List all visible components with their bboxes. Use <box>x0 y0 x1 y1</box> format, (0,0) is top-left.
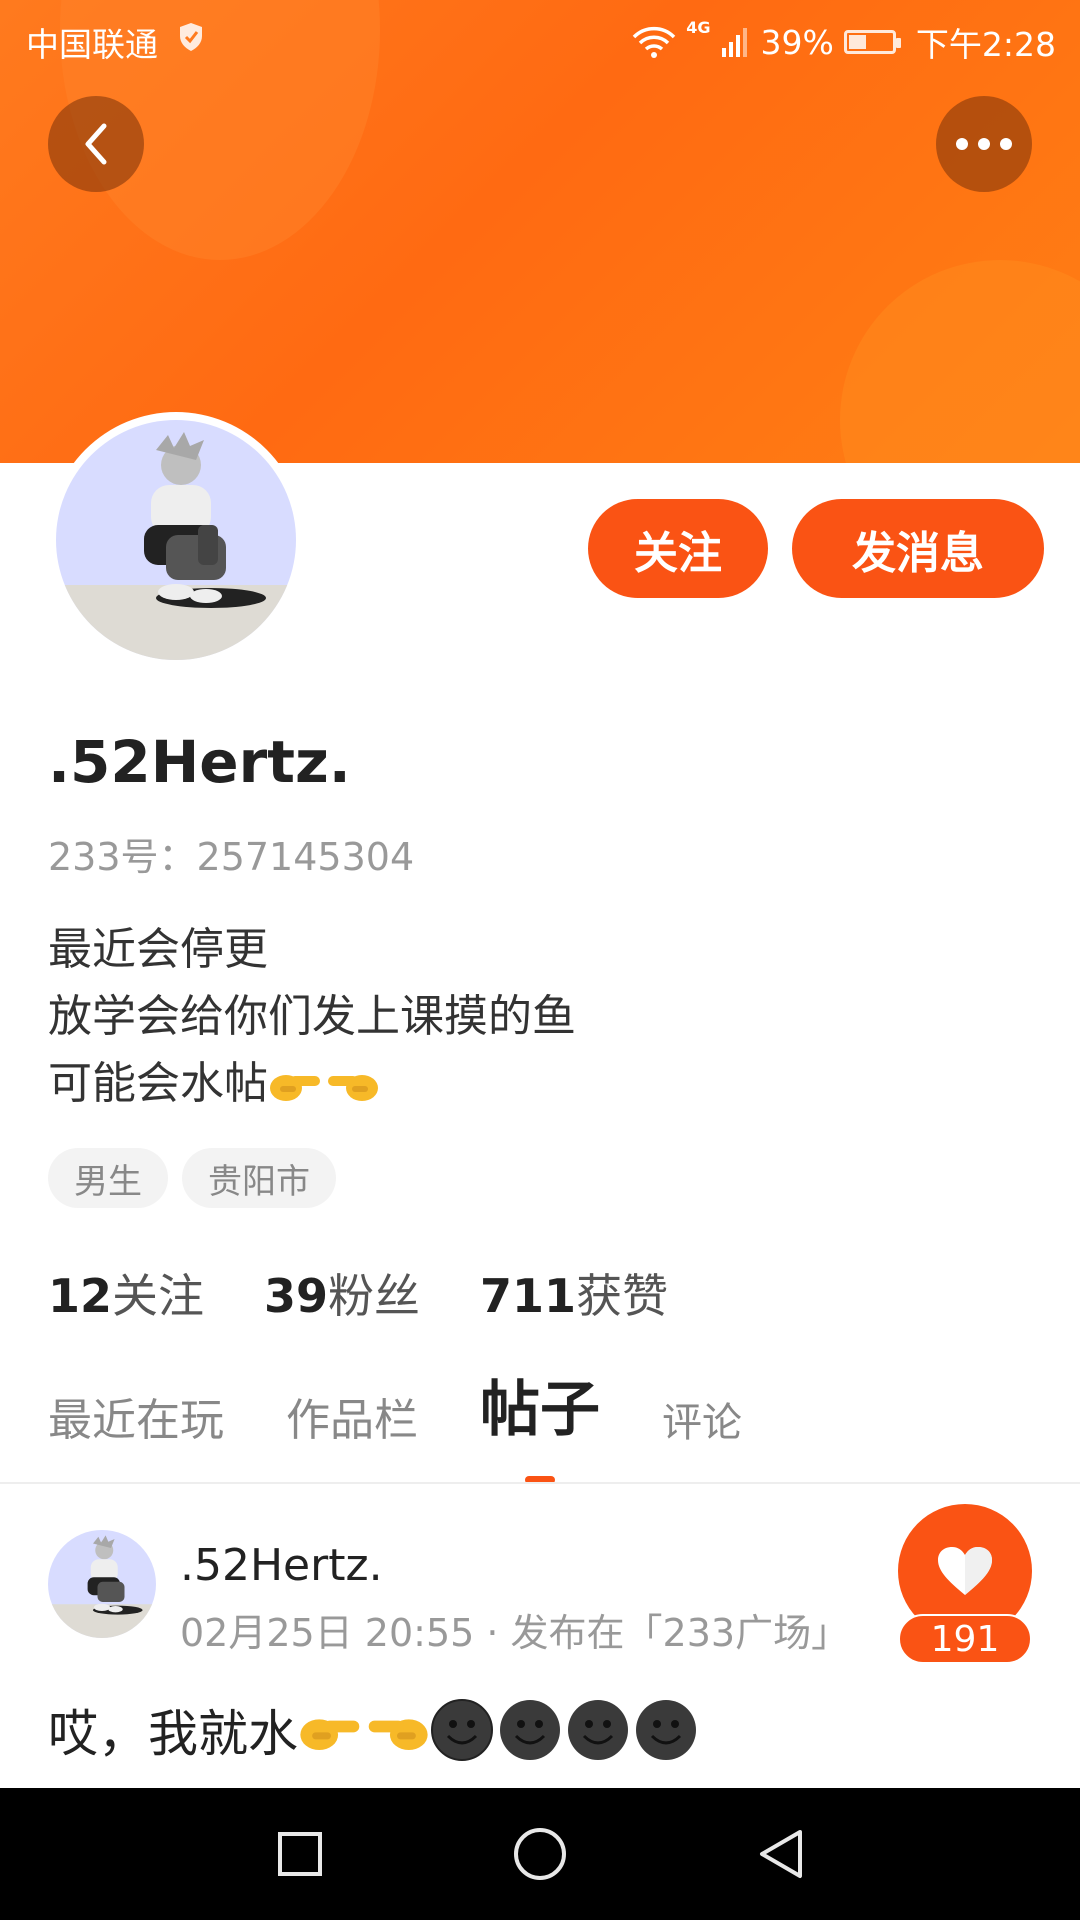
clock: 下午2:28 <box>915 25 1056 64</box>
circle-icon <box>514 1828 566 1880</box>
system-nav-bar <box>0 1788 1080 1920</box>
profile-banner: 中国联通 4G 39% 下午2:28 <box>0 0 1080 463</box>
smiley-emoji-icon <box>636 1700 696 1760</box>
battery-icon <box>843 30 901 54</box>
gender-tag: 男生 <box>48 1148 168 1208</box>
post-meta: 02月25日 20:55 · 发布在「233广场」 <box>180 1611 850 1655</box>
user-id: 233号：257145304 <box>48 835 415 879</box>
profile-avatar[interactable] <box>48 412 304 668</box>
like-count: 191 <box>898 1614 1032 1664</box>
bio-line: 放学会给你们发上课摸的鱼 <box>48 991 576 1042</box>
likes-stat[interactable]: 711获赞 <box>480 1260 668 1326</box>
avatar-image <box>48 1530 156 1638</box>
profile-tabs: 最近在玩 作品栏 帖子 评论 <box>48 1375 804 1484</box>
tab-recent-played[interactable]: 最近在玩 <box>48 1384 224 1462</box>
status-right: 4G 39% 下午2:28 <box>632 18 1056 66</box>
back-button[interactable] <box>48 96 144 192</box>
bio-line: 可能会水帖 <box>48 1050 576 1117</box>
battery-percent: 39% <box>760 22 834 62</box>
post-content[interactable]: 哎，我就水 <box>48 1694 698 1766</box>
square-icon <box>278 1832 322 1876</box>
location-tag: 贵阳市 <box>182 1148 336 1208</box>
post-text: 哎，我就水 <box>48 1705 298 1763</box>
smiley-emoji-icon <box>568 1700 628 1760</box>
point-right-emoji-icon <box>300 1719 360 1751</box>
followers-stat[interactable]: 39粉丝 <box>264 1260 420 1326</box>
profile-stats: 12关注 39粉丝 711获赞 <box>48 1260 668 1326</box>
recents-button[interactable] <box>264 1818 336 1890</box>
point-left-emoji-icon <box>328 1074 378 1101</box>
more-horizontal-icon <box>956 138 1012 150</box>
back-nav-button[interactable] <box>744 1818 816 1890</box>
point-right-emoji-icon <box>270 1074 320 1101</box>
bio: 最近会停更 放学会给你们发上课摸的鱼 可能会水帖 <box>48 916 576 1117</box>
chevron-left-icon <box>85 123 107 165</box>
tab-comments[interactable]: 评论 <box>662 1390 742 1462</box>
smiley-emoji-icon <box>431 1699 493 1761</box>
wifi-icon <box>633 26 676 58</box>
post-author-avatar[interactable] <box>48 1530 156 1638</box>
tab-works[interactable]: 作品栏 <box>286 1384 418 1462</box>
heart-icon <box>938 1547 992 1595</box>
triangle-back-icon <box>760 1830 802 1878</box>
follow-button[interactable]: 关注 <box>588 499 768 598</box>
bio-line-text: 可能会水帖 <box>48 1058 268 1109</box>
avatar-image <box>56 420 296 660</box>
divider <box>0 1482 1080 1484</box>
home-button[interactable] <box>504 1818 576 1890</box>
network-type: 4G <box>686 18 711 37</box>
shield-icon <box>180 23 202 51</box>
username: .52Hertz. <box>48 728 351 796</box>
more-button[interactable] <box>936 96 1032 192</box>
point-left-emoji-icon <box>368 1719 428 1751</box>
tab-posts[interactable]: 帖子 <box>480 1361 600 1484</box>
carrier-label: 中国联通 <box>26 25 158 64</box>
post-author-name[interactable]: .52Hertz. <box>180 1540 383 1591</box>
status-bar: 中国联通 4G 39% 下午2:28 <box>0 14 1080 64</box>
send-message-button[interactable]: 发消息 <box>792 499 1044 598</box>
bio-line: 最近会停更 <box>48 924 268 975</box>
signal-icon <box>721 28 747 57</box>
profile-tags: 男生 贵阳市 <box>48 1148 336 1208</box>
smiley-emoji-icon <box>500 1700 560 1760</box>
following-stat[interactable]: 12关注 <box>48 1260 204 1326</box>
